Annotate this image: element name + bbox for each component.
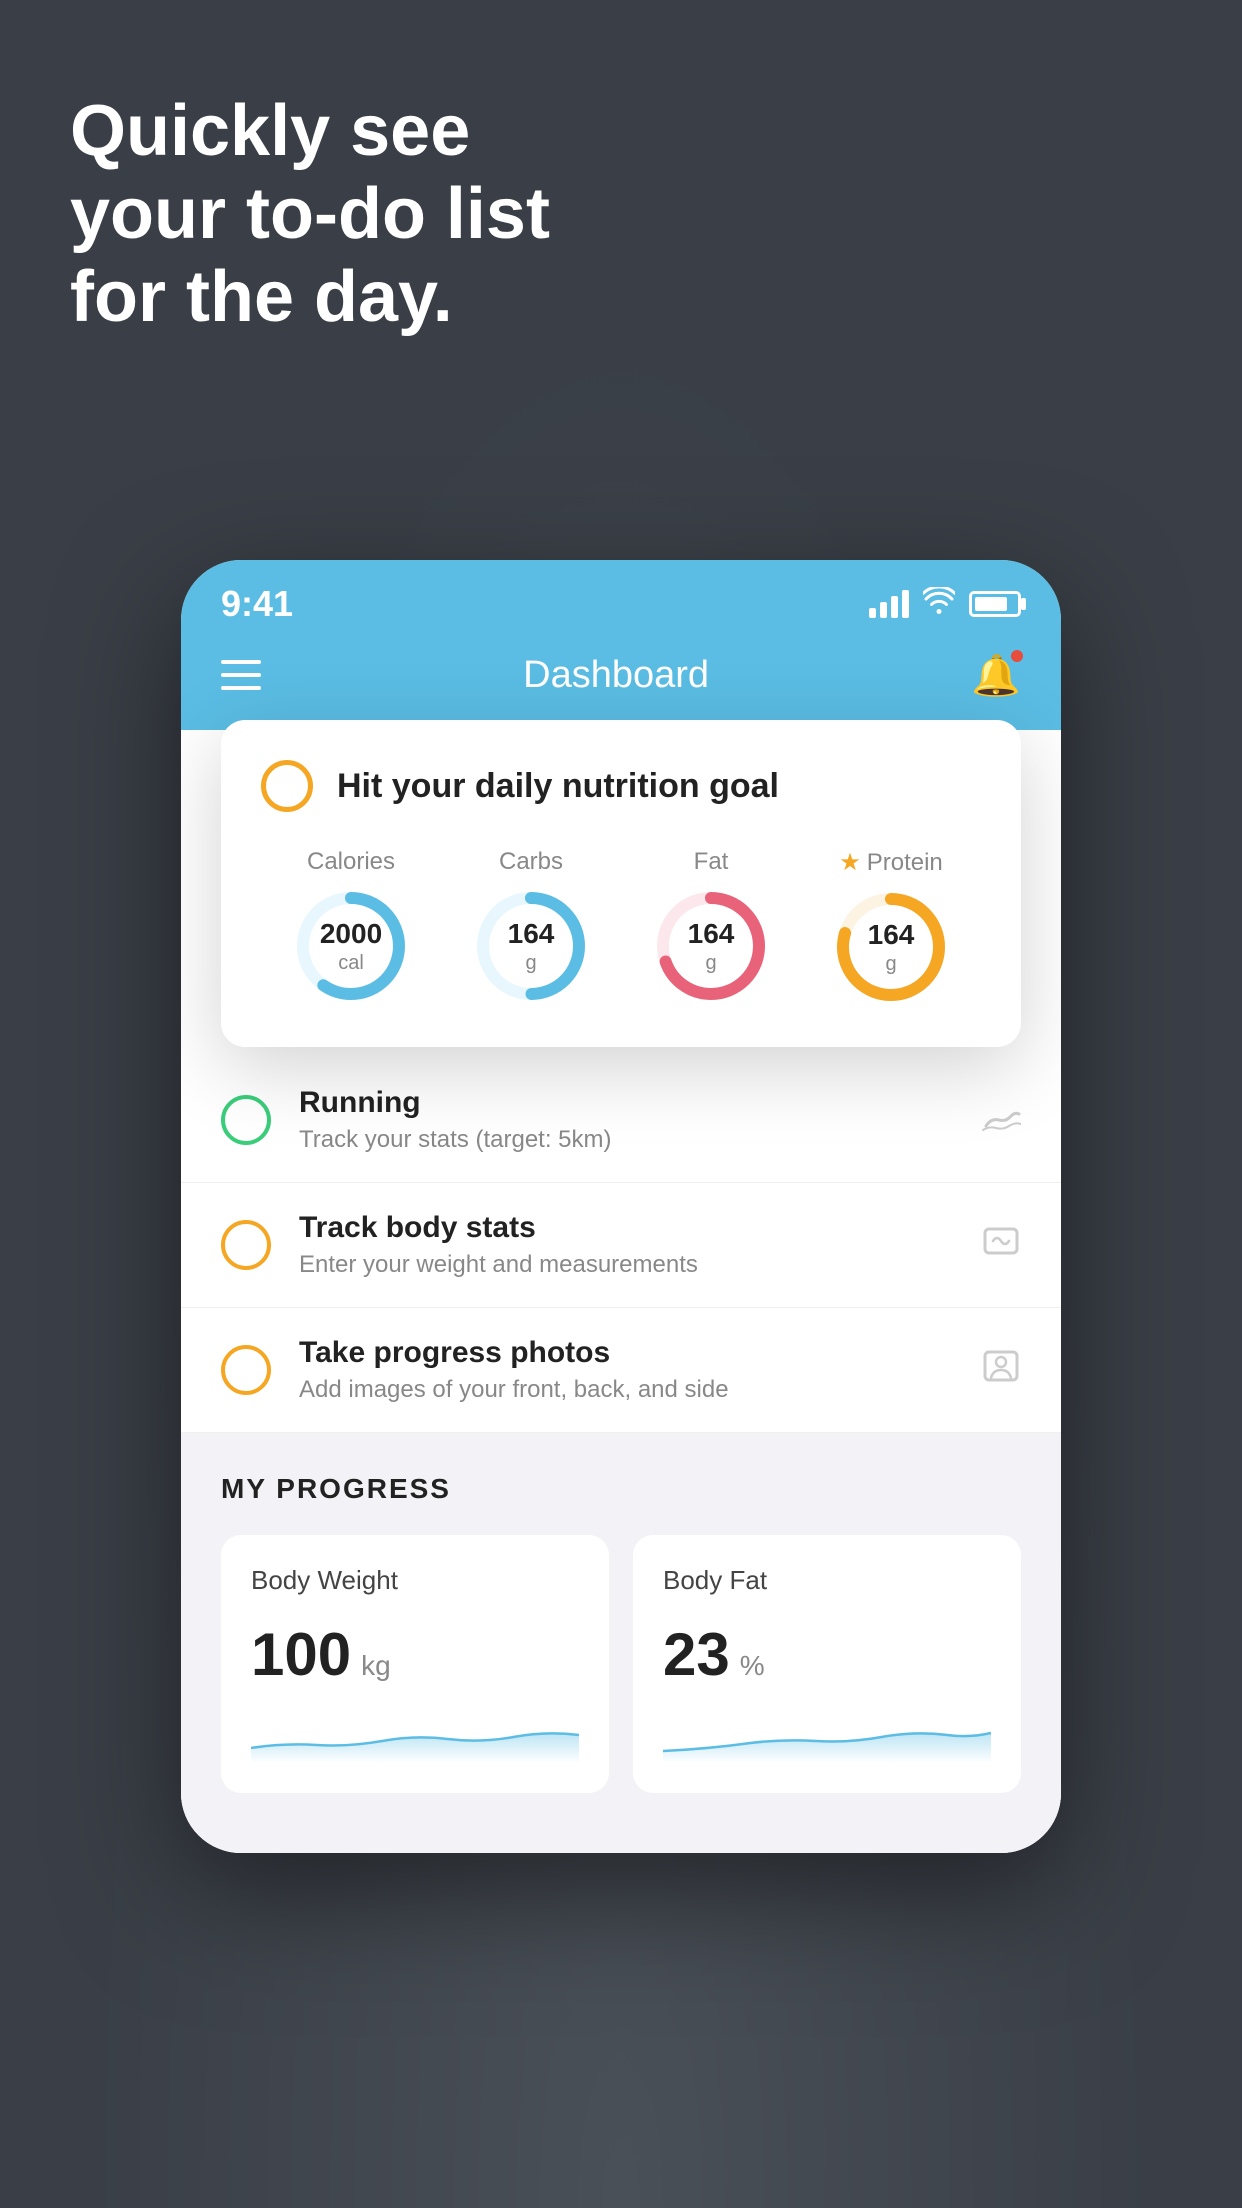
protein-donut: 164 g xyxy=(831,887,951,1007)
todo-subtitle-running: Track your stats (target: 5km) xyxy=(299,1126,953,1154)
todo-check-body-stats xyxy=(221,1220,271,1270)
card-check-circle xyxy=(261,760,313,812)
phone-mockup: 9:41 Dashb xyxy=(181,560,1061,1853)
carbs-value-text: 164 g xyxy=(508,917,555,975)
running-icon xyxy=(981,1098,1021,1143)
body-fat-chart xyxy=(663,1713,991,1763)
todo-subtitle-progress-photos: Add images of your front, back, and side xyxy=(299,1376,953,1404)
notification-dot xyxy=(1009,648,1025,664)
todo-title-body-stats: Track body stats xyxy=(299,1211,953,1245)
fat-label: Fat xyxy=(694,848,729,876)
fat-donut: 164 g xyxy=(651,886,771,1006)
body-fat-unit: % xyxy=(740,1650,765,1682)
scale-icon xyxy=(981,1223,1021,1268)
body-weight-value-row: 100 kg xyxy=(251,1620,579,1689)
body-weight-card: Body Weight 100 kg xyxy=(221,1535,609,1793)
status-time: 9:41 xyxy=(221,583,293,625)
todo-text-progress-photos: Take progress photos Add images of your … xyxy=(299,1336,953,1404)
nutrition-card: Hit your daily nutrition goal Calories 2… xyxy=(221,720,1021,1047)
app-header: Dashboard 🔔 xyxy=(181,630,1061,730)
body-weight-card-title: Body Weight xyxy=(251,1565,579,1596)
calories-label: Calories xyxy=(307,848,395,876)
headline: Quickly see your to-do list for the day. xyxy=(70,90,550,338)
body-weight-chart xyxy=(251,1713,579,1763)
fat-value-text: 164 g xyxy=(688,917,735,975)
status-bar: 9:41 xyxy=(181,560,1061,630)
todo-title-progress-photos: Take progress photos xyxy=(299,1336,953,1370)
protein-label: ★ Protein xyxy=(839,848,943,877)
progress-title: MY PROGRESS xyxy=(221,1473,1021,1505)
calories-value-text: 2000 cal xyxy=(320,917,382,975)
nutrition-circles: Calories 2000 cal Carbs xyxy=(261,848,981,1007)
body-fat-value: 23 xyxy=(663,1620,730,1689)
nutrition-protein: ★ Protein 164 g xyxy=(831,848,951,1007)
carbs-label: Carbs xyxy=(499,848,563,876)
battery-icon xyxy=(969,591,1021,617)
carbs-donut: 164 g xyxy=(471,886,591,1006)
hamburger-menu[interactable] xyxy=(221,660,261,690)
todo-item-running[interactable]: Running Track your stats (target: 5km) xyxy=(181,1058,1061,1183)
body-weight-value: 100 xyxy=(251,1620,351,1689)
star-icon: ★ xyxy=(839,848,861,877)
header-title: Dashboard xyxy=(523,654,709,697)
todo-subtitle-body-stats: Enter your weight and measurements xyxy=(299,1251,953,1279)
todo-item-body-stats[interactable]: Track body stats Enter your weight and m… xyxy=(181,1183,1061,1308)
card-header: Hit your daily nutrition goal xyxy=(261,760,981,812)
todo-item-progress-photos[interactable]: Take progress photos Add images of your … xyxy=(181,1308,1061,1433)
todo-title-running: Running xyxy=(299,1086,953,1120)
nutrition-calories: Calories 2000 cal xyxy=(291,848,411,1006)
protein-value-text: 164 g xyxy=(868,918,915,976)
progress-section: MY PROGRESS Body Weight 100 kg xyxy=(181,1433,1061,1793)
todo-text-body-stats: Track body stats Enter your weight and m… xyxy=(299,1211,953,1279)
body-weight-unit: kg xyxy=(361,1650,391,1682)
todo-check-running xyxy=(221,1095,271,1145)
progress-cards: Body Weight 100 kg xyxy=(221,1535,1021,1793)
todo-check-progress-photos xyxy=(221,1345,271,1395)
status-icons xyxy=(869,587,1021,622)
person-icon xyxy=(981,1348,1021,1393)
body-fat-card-title: Body Fat xyxy=(663,1565,991,1596)
wifi-icon xyxy=(923,587,955,622)
card-title: Hit your daily nutrition goal xyxy=(337,767,779,806)
body-fat-card: Body Fat 23 % xyxy=(633,1535,1021,1793)
phone-bottom-bar xyxy=(181,1793,1061,1853)
bell-icon[interactable]: 🔔 xyxy=(971,652,1021,699)
signal-icon xyxy=(869,590,909,618)
todo-text-running: Running Track your stats (target: 5km) xyxy=(299,1086,953,1154)
nutrition-fat: Fat 164 g xyxy=(651,848,771,1006)
body-fat-value-row: 23 % xyxy=(663,1620,991,1689)
calories-donut: 2000 cal xyxy=(291,886,411,1006)
nutrition-carbs: Carbs 164 g xyxy=(471,848,591,1006)
app-content: THINGS TO DO TODAY Hit your daily nutrit… xyxy=(181,730,1061,1853)
